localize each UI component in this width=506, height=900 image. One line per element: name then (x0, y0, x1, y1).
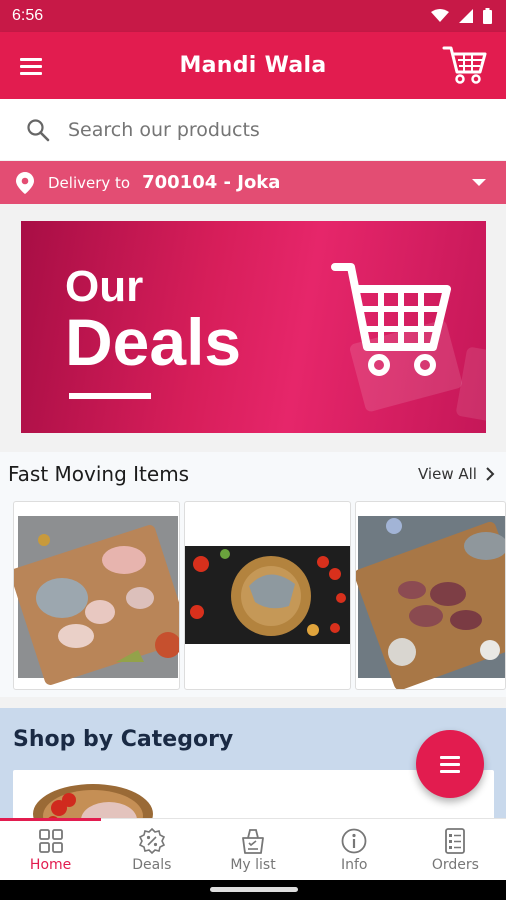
badge-icon (138, 827, 165, 855)
wifi-icon (431, 9, 449, 22)
fab-line (440, 762, 460, 766)
nav-info[interactable]: Info (304, 819, 405, 880)
fish-pieces-image (356, 516, 505, 689)
nav-label: Deals (132, 857, 172, 873)
search-bar (0, 99, 506, 160)
banner-heading-line1: Our (65, 262, 144, 311)
search-input[interactable] (68, 118, 468, 141)
deals-banner[interactable]: Our Deals (21, 221, 486, 433)
nav-my-list[interactable]: My list (202, 819, 303, 880)
hamburger-menu-button[interactable] (20, 51, 50, 81)
banner-heading-line2: Deals (65, 305, 242, 379)
view-all-link[interactable]: View All (418, 465, 477, 483)
dropdown-arrow-icon[interactable] (472, 179, 486, 186)
delivery-label: Delivery to (48, 173, 131, 192)
nav-label: Orders (431, 857, 479, 873)
app-title: Mandi Wala (179, 53, 327, 78)
cart-icon[interactable] (442, 44, 488, 86)
location-pin-icon (16, 171, 34, 194)
fab-line (440, 769, 460, 773)
section-title: Fast Moving Items (8, 462, 190, 486)
section-title: Shop by Category (13, 727, 234, 752)
status-bar: 6:56 (0, 0, 506, 32)
status-icons (431, 8, 492, 24)
info-icon (341, 828, 367, 854)
search-icon (27, 118, 50, 141)
active-tab-indicator (0, 818, 102, 821)
product-card[interactable] (13, 501, 180, 690)
nav-label: Home (29, 857, 72, 873)
menu-line (20, 64, 42, 68)
nav-deals[interactable]: Deals (101, 819, 202, 880)
chevron-right-icon[interactable] (485, 466, 495, 482)
nav-label: My list (230, 857, 276, 873)
cell-signal-icon (459, 9, 473, 23)
fish-head-image (185, 546, 350, 644)
orders-icon (445, 828, 466, 854)
delivery-location-bar[interactable]: Delivery to 700104 - Joka (0, 161, 506, 204)
grid-icon (38, 829, 63, 853)
delivery-location-value: 700104 - Joka (142, 172, 281, 193)
home-gesture-pill[interactable] (210, 887, 298, 892)
app-bar: Mandi Wala (0, 32, 506, 99)
basket-icon (242, 829, 264, 854)
banner-underline (69, 393, 151, 399)
battery-icon (483, 8, 492, 24)
menu-line (20, 57, 42, 61)
floating-menu-button[interactable] (416, 730, 484, 798)
product-card[interactable] (355, 501, 506, 690)
nav-label: Info (340, 857, 368, 873)
status-time: 6:56 (12, 7, 44, 24)
nav-home[interactable]: Home (0, 818, 102, 880)
fab-line (440, 755, 460, 759)
banner-decoration (455, 346, 486, 426)
bottom-navigation: Home Deals My list Info Orders (0, 818, 506, 880)
menu-line (20, 71, 42, 75)
fish-cuts-image (14, 516, 179, 685)
product-card[interactable] (184, 501, 351, 690)
shopping-cart-icon (331, 263, 451, 376)
nav-orders[interactable]: Orders (405, 819, 506, 880)
